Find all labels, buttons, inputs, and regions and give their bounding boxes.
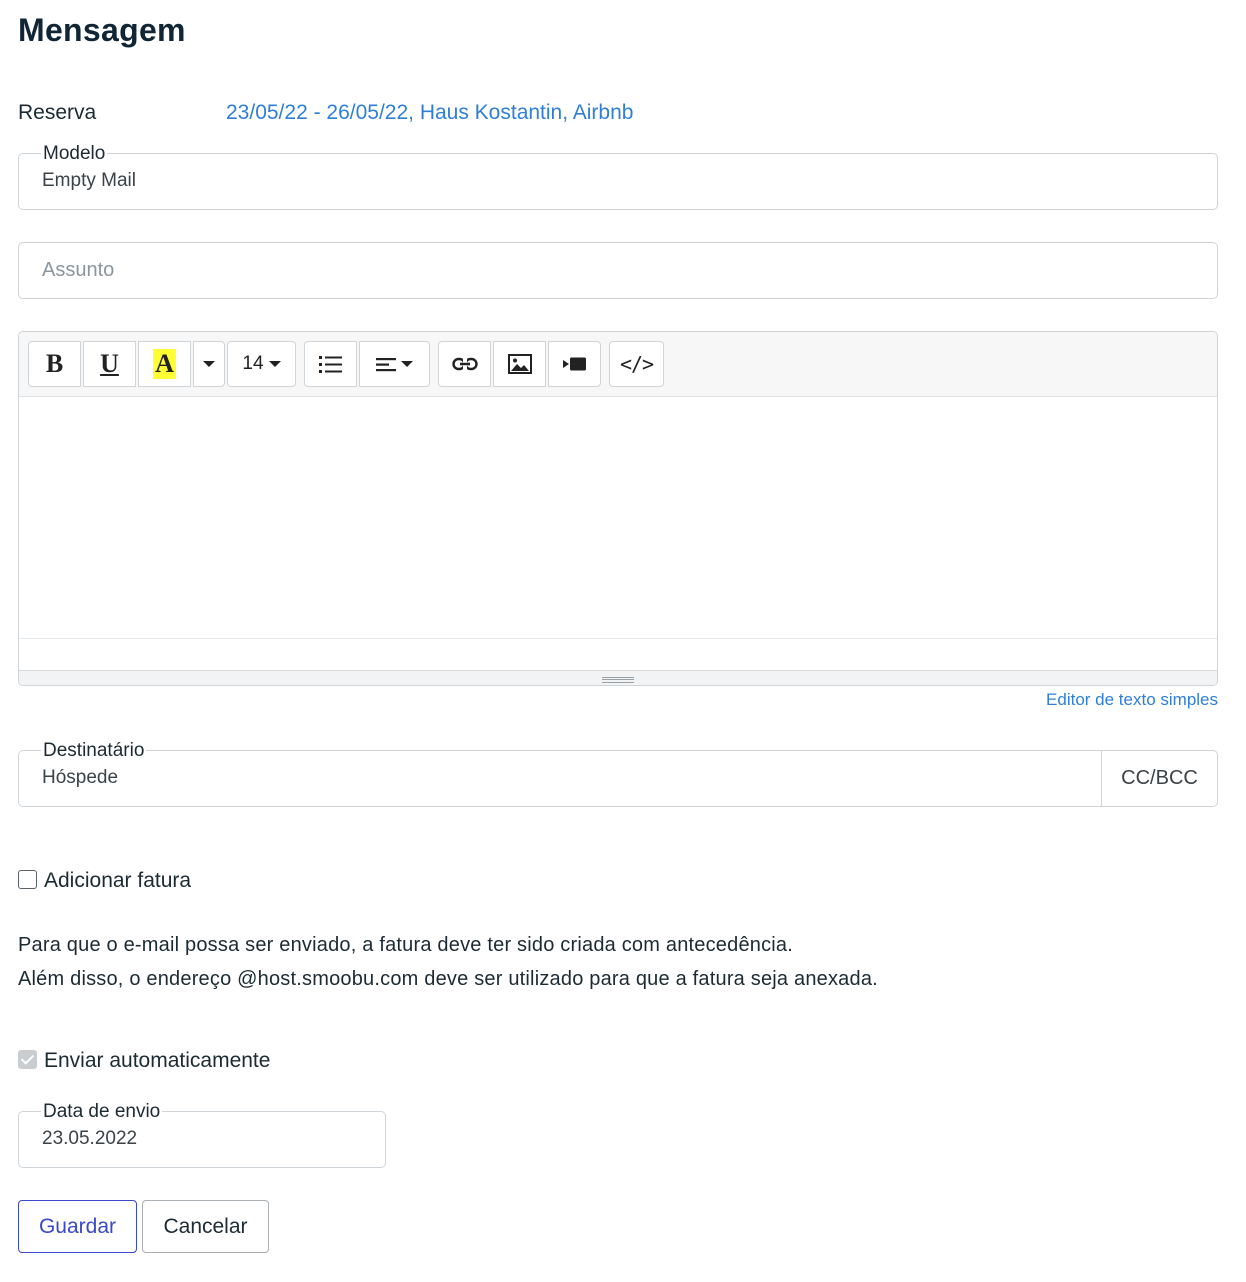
align-left-icon xyxy=(376,358,396,372)
save-button[interactable]: Guardar xyxy=(18,1200,137,1253)
page-title: Mensagem xyxy=(18,12,186,48)
code-icon: </> xyxy=(619,352,654,376)
cc-bcc-button[interactable]: CC/BCC xyxy=(1101,751,1217,806)
link-icon xyxy=(451,357,478,371)
assunto-placeholder: Assunto xyxy=(42,259,115,281)
editor-resize-handle[interactable] xyxy=(19,670,1217,685)
editor-statusbar xyxy=(19,638,1217,670)
text-color-icon: A xyxy=(153,349,176,379)
info-text-line-1: Para que o e-mail possa ser enviado, a f… xyxy=(18,934,794,956)
destinatario-select[interactable]: Destinatário Hóspede CC/BCC xyxy=(18,741,1218,807)
unordered-list-button[interactable] xyxy=(304,341,357,387)
underline-button[interactable]: U xyxy=(83,341,136,387)
font-size-dropdown[interactable]: 14 xyxy=(227,341,296,387)
modelo-label: Modelo xyxy=(41,143,108,164)
modelo-value: Empty Mail xyxy=(42,170,136,191)
chevron-down-icon xyxy=(268,361,281,367)
data-envio-value: 23.05.2022 xyxy=(42,1128,138,1149)
align-dropdown[interactable] xyxy=(359,341,430,387)
rich-text-editor: B U A 14 </> xyxy=(18,331,1218,686)
data-envio-input[interactable]: Data de envio 23.05.2022 xyxy=(18,1102,386,1168)
image-icon xyxy=(507,354,532,374)
auto-send-row: Enviar automaticamente xyxy=(18,1049,270,1073)
link-button[interactable] xyxy=(438,341,491,387)
destinatario-value: Hóspede xyxy=(42,767,119,788)
grip-icon xyxy=(602,677,634,683)
destinatario-label: Destinatário xyxy=(41,740,147,761)
bold-icon: B xyxy=(45,349,64,378)
plain-text-editor-link[interactable]: Editor de texto simples xyxy=(1046,690,1218,710)
editor-toolbar: B U A 14 </> xyxy=(19,332,1217,397)
video-button[interactable] xyxy=(548,341,601,387)
underline-icon: U xyxy=(100,349,119,378)
auto-send-checkbox xyxy=(18,1049,37,1069)
data-envio-label: Data de envio xyxy=(41,1101,163,1122)
video-icon xyxy=(562,357,586,371)
reserva-label: Reserva xyxy=(18,101,97,124)
image-button[interactable] xyxy=(493,341,546,387)
adicionar-fatura-label: Adicionar fatura xyxy=(44,869,192,892)
cancel-button[interactable]: Cancelar xyxy=(142,1200,269,1253)
bold-button[interactable]: B xyxy=(28,341,81,387)
color-dropdown-button[interactable] xyxy=(193,341,225,387)
editor-content-area[interactable] xyxy=(19,398,1217,638)
auto-send-label: Enviar automaticamente xyxy=(44,1049,271,1072)
assunto-input[interactable]: Assunto xyxy=(18,242,1218,299)
chevron-down-icon xyxy=(203,361,215,367)
chevron-down-icon xyxy=(401,361,413,367)
modelo-select[interactable]: Modelo Empty Mail xyxy=(18,144,1218,210)
code-view-button[interactable]: </> xyxy=(609,341,664,387)
reserva-link[interactable]: 23/05/22 - 26/05/22, Haus Kostantin, Air… xyxy=(226,101,633,125)
adicionar-fatura-row: Adicionar fatura xyxy=(18,869,191,893)
list-icon xyxy=(318,356,342,373)
info-text-line-2: Além disso, o endereço @host.smoobu.com … xyxy=(18,968,878,990)
font-size-value: 14 xyxy=(242,353,264,374)
highlight-color-button[interactable]: A xyxy=(138,341,191,387)
adicionar-fatura-checkbox[interactable] xyxy=(18,869,37,889)
